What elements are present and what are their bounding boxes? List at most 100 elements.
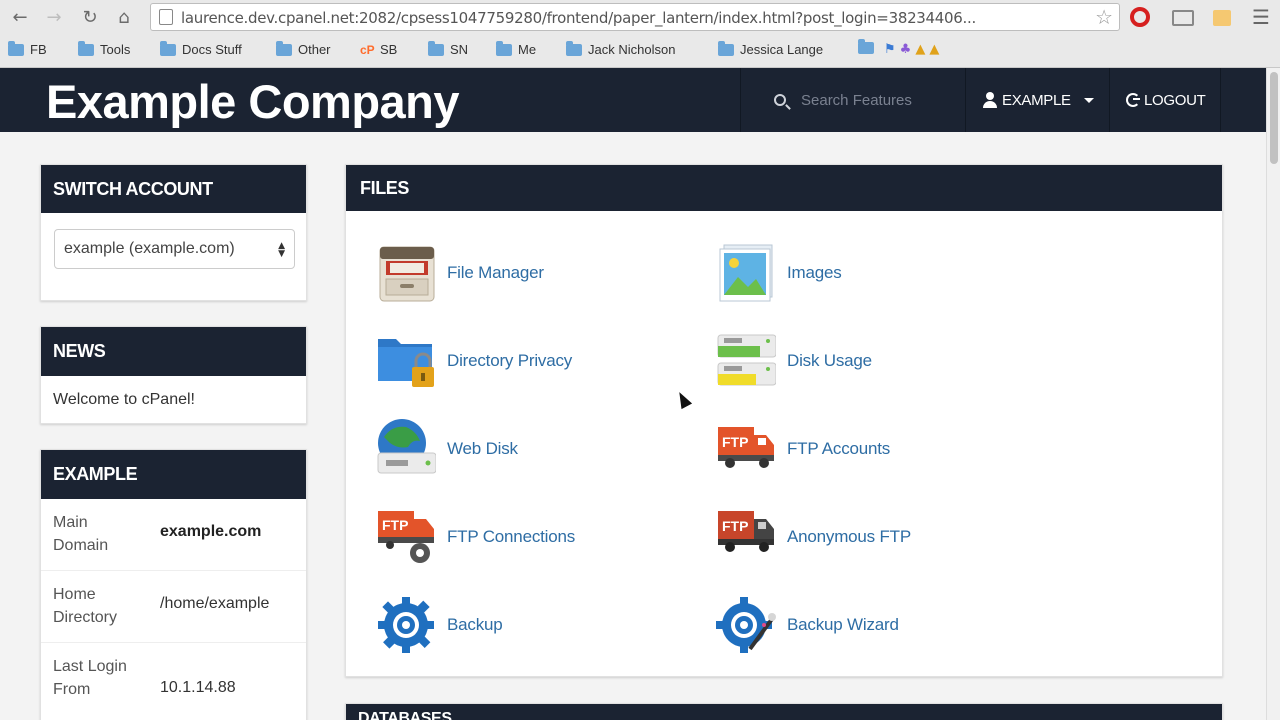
news-panel: NEWS Welcome to cPanel! <box>40 326 307 424</box>
browser-menu-icon[interactable]: ☰ <box>1250 5 1272 29</box>
bookmark-me[interactable]: Me <box>496 40 536 57</box>
databases-panel: DATABASES <box>345 703 1223 720</box>
search-icon <box>774 94 786 106</box>
ftp-connections-icon: FTP <box>376 507 436 567</box>
disk-usage-icon <box>716 331 777 391</box>
search-features <box>740 68 964 132</box>
feature-ftp-accounts[interactable]: FTP FTP Accounts <box>716 419 890 479</box>
folder-icon <box>276 40 292 56</box>
select-arrows-icon: ▲ ▼ <box>278 241 285 259</box>
images-icon <box>716 243 776 303</box>
forward-icon[interactable]: → <box>42 6 66 28</box>
ftp-badge-text: FTP <box>722 518 748 534</box>
puzzle-icon[interactable]: ♣ <box>900 42 912 57</box>
bell-icon-2[interactable]: ▲ <box>929 42 939 57</box>
account-select-value: example (example.com) <box>64 240 235 257</box>
feature-label: Disk Usage <box>787 351 872 370</box>
feature-label: Backup Wizard <box>787 615 899 634</box>
folder-icon <box>496 40 512 56</box>
stats-title: EXAMPLE <box>41 450 306 499</box>
logout-label: LOGOUT <box>1144 92 1206 109</box>
anonymous-ftp-icon: FTP <box>716 507 776 567</box>
address-bar[interactable]: laurence.dev.cpanel.net:2082/cpsess10477… <box>150 3 1120 31</box>
feature-label: FTP Accounts <box>787 439 891 458</box>
folder-icon <box>428 40 444 56</box>
files-title: FILES <box>346 165 1222 211</box>
logout-button[interactable]: LOGOUT <box>1109 68 1221 132</box>
feature-web-disk[interactable]: Web Disk <box>376 419 518 479</box>
page-scrollbar[interactable] <box>1266 68 1280 720</box>
bookmark-star-icon[interactable]: ☆ <box>1095 5 1113 29</box>
opera-extension-icon[interactable] <box>1130 7 1150 27</box>
bookmark-other[interactable]: Other <box>276 40 331 57</box>
cast-icon[interactable] <box>1172 10 1194 26</box>
feature-directory-privacy[interactable]: Directory Privacy <box>376 331 572 391</box>
feature-label: Backup <box>447 615 503 634</box>
stat-label: Last Login From <box>53 658 127 698</box>
stat-value: /home/example <box>160 595 270 612</box>
databases-title: DATABASES <box>346 704 1222 720</box>
bookmark-fb[interactable]: FB <box>8 40 47 57</box>
scroll-thumb[interactable] <box>1270 72 1278 164</box>
browser-toolbar: ← → ↻ ⌂ laurence.dev.cpanel.net:2082/cps… <box>0 0 1280 68</box>
feature-label: File Manager <box>447 263 544 282</box>
backup-wizard-icon <box>716 595 776 655</box>
feature-label: Web Disk <box>447 439 518 458</box>
folder-icon <box>858 39 874 54</box>
feature-label: FTP Connections <box>447 527 576 546</box>
news-message: Welcome to cPanel! <box>53 391 195 408</box>
files-panel: FILES File Manager Images Directory Priv… <box>345 164 1223 677</box>
bookmark-sb[interactable]: cP SB <box>360 42 397 57</box>
stat-value: 10.1.14.88 <box>160 679 236 696</box>
ftp-badge-text: FTP <box>382 517 408 533</box>
feature-ftp-connections[interactable]: FTP FTP Connections <box>376 507 575 567</box>
stat-value: example.com <box>160 523 262 540</box>
search-features-input[interactable] <box>801 88 951 112</box>
user-menu[interactable]: EXAMPLE <box>965 68 1109 132</box>
account-stats-panel: EXAMPLE Main Domain example.com Home Dir… <box>40 449 307 720</box>
bookmark-tools[interactable]: Tools <box>78 40 130 57</box>
flag-icon[interactable]: ⚑ <box>884 42 896 57</box>
bookmark-icons-group[interactable]: ⚑ ♣ ▲ ▲ <box>858 39 939 57</box>
switch-account-title: SWITCH ACCOUNT <box>41 165 306 213</box>
bookmark-jack-nicholson[interactable]: Jack Nicholson <box>566 40 675 57</box>
reload-icon[interactable]: ↻ <box>78 6 102 28</box>
bookmark-docs-stuff[interactable]: Docs Stuff <box>160 40 242 57</box>
bookmark-jessica-lange[interactable]: Jessica Lange <box>718 40 823 57</box>
ftp-accounts-icon: FTP <box>716 419 776 479</box>
home-icon[interactable]: ⌂ <box>112 6 136 28</box>
switch-account-panel: SWITCH ACCOUNT example (example.com) ▲ ▼ <box>40 164 307 301</box>
folder-icon <box>160 40 176 56</box>
folder-icon <box>78 40 94 56</box>
feature-images[interactable]: Images <box>716 243 842 303</box>
bell-icon[interactable]: ▲ <box>915 42 925 57</box>
stat-row-main-domain: Main Domain example.com <box>41 499 306 571</box>
cpanel-header: Example Company EXAMPLE LOGOUT <box>0 68 1266 132</box>
feature-backup[interactable]: Backup <box>376 595 503 655</box>
feature-file-manager[interactable]: File Manager <box>376 243 544 303</box>
stat-label: Home Directory <box>53 586 118 626</box>
user-menu-label: EXAMPLE <box>1002 92 1071 109</box>
url-text[interactable]: laurence.dev.cpanel.net:2082/cpsess10477… <box>181 9 1061 27</box>
feature-backup-wizard[interactable]: Backup Wizard <box>716 595 899 655</box>
cpanel-icon: cP <box>360 42 375 57</box>
folder-extension-icon[interactable] <box>1213 10 1231 26</box>
page-icon <box>159 9 173 25</box>
chevron-down-icon <box>1084 98 1094 103</box>
folder-icon <box>566 40 582 56</box>
stat-label: Main Domain <box>53 514 109 554</box>
file-manager-icon <box>376 243 436 303</box>
account-select[interactable]: example (example.com) ▲ ▼ <box>54 229 295 269</box>
company-logo[interactable]: Example Company <box>46 74 460 129</box>
ftp-badge-text: FTP <box>722 434 748 450</box>
feature-anonymous-ftp[interactable]: FTP Anonymous FTP <box>716 507 911 567</box>
logout-icon <box>1126 93 1140 107</box>
backup-icon <box>376 595 436 655</box>
feature-disk-usage[interactable]: Disk Usage <box>716 331 872 391</box>
folder-icon <box>8 40 24 56</box>
news-title: NEWS <box>41 327 306 376</box>
folder-icon <box>718 40 734 56</box>
stat-row-home-directory: Home Directory /home/example <box>41 571 306 643</box>
bookmark-sn[interactable]: SN <box>428 40 468 57</box>
back-icon[interactable]: ← <box>8 6 32 28</box>
